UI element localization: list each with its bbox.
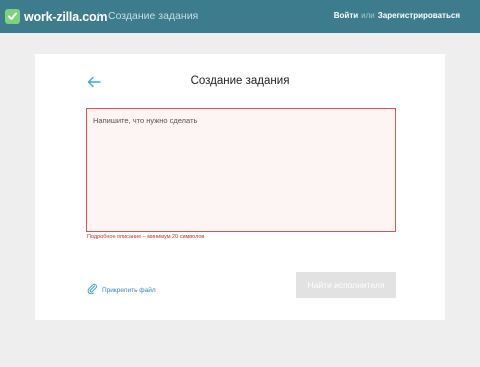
register-link[interactable]: Зарегистрироваться	[378, 11, 460, 20]
site-logo[interactable]: work-zilla.com	[5, 8, 108, 25]
find-performer-button[interactable]: Найти исполнителя	[296, 272, 396, 298]
check-icon	[5, 9, 20, 24]
logo-text: work-zilla.com	[24, 9, 108, 24]
validation-error: Подробное описание – минимум 20 символов	[87, 234, 205, 240]
breadcrumb-current: Создание задания	[108, 10, 199, 22]
task-form-card: Создание задания Подробное описание – ми…	[35, 54, 445, 320]
page-title: Создание задания	[190, 75, 290, 87]
top-bar: work-zilla.com / Создание задания Войти …	[0, 0, 480, 33]
breadcrumb-separator: /	[96, 10, 100, 24]
attach-file-label: Прикрепить файл	[102, 286, 156, 294]
auth-links: Войти или Зарегистрироваться	[334, 11, 460, 20]
attach-file-link[interactable]: Прикрепить файл	[87, 281, 156, 299]
or-text: или	[361, 11, 375, 20]
task-description-input[interactable]	[86, 108, 396, 232]
login-link[interactable]: Войти	[334, 11, 358, 20]
paperclip-icon	[87, 281, 98, 299]
